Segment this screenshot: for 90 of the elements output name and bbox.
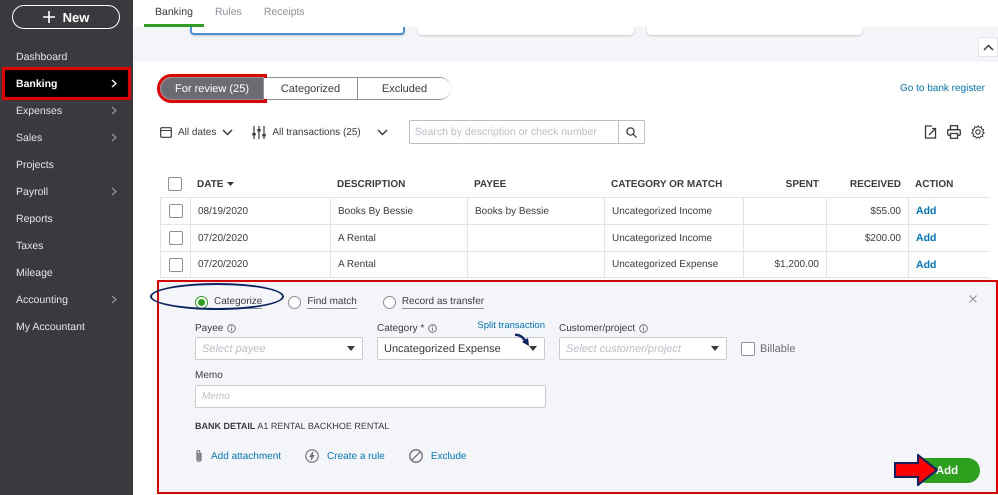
column-header[interactable]: RECEIVED (826, 178, 908, 190)
add-link[interactable]: Add (916, 205, 936, 217)
plus-icon (42, 11, 55, 23)
checkbox[interactable] (169, 258, 183, 272)
settings-icon (971, 125, 985, 139)
table-cell: $200.00 (826, 225, 908, 251)
lightning-icon (305, 449, 320, 463)
close-icon (969, 295, 977, 303)
export-icon (924, 125, 937, 139)
sidebar-item[interactable]: Sales (5, 124, 128, 151)
sidebar-item[interactable]: Payroll (5, 178, 128, 205)
annotation-arrow (514, 333, 530, 347)
column-header[interactable]: DATE (190, 178, 330, 190)
field-label: Payee (195, 322, 224, 334)
mode-radio[interactable]: Categorize (195, 296, 262, 308)
bank-register-link[interactable]: Go to bank register (900, 83, 985, 94)
sliders-icon (252, 126, 266, 138)
table-cell: A Rental (330, 225, 467, 251)
settings-button[interactable] (971, 125, 985, 139)
chevron-down-icon (376, 128, 388, 136)
bank-detail-text: BANK DETAIL A1 RENTAL BACKHOE RENTAL (195, 421, 390, 431)
action-link[interactable]: Add attachment (211, 450, 282, 462)
sidebar-item[interactable]: Accounting (5, 286, 128, 313)
mode-radio[interactable]: Find match (288, 296, 357, 308)
split-transaction-link[interactable]: Split transaction (477, 320, 545, 331)
table-cell: A Rental (330, 252, 467, 277)
checkbox[interactable] (169, 231, 183, 245)
field-label: Memo (195, 370, 224, 381)
column-header[interactable]: SPENT (743, 178, 826, 190)
chevron-down-icon (222, 128, 234, 136)
search-field[interactable]: Search by description or check number (408, 120, 619, 144)
dropdown-caret-icon (529, 346, 537, 351)
mode-radio[interactable]: Record as transfer (382, 296, 484, 308)
table-cell: Books by Bessie (467, 198, 604, 224)
prohibited-icon (408, 449, 423, 463)
calendar-icon (160, 126, 172, 138)
add-link[interactable]: Add (916, 232, 936, 244)
table-cell: Books By Bessie (330, 198, 467, 224)
search-icon (626, 126, 637, 138)
action-link[interactable]: Create a rule (327, 450, 385, 462)
search-button[interactable] (618, 120, 645, 144)
table-cell: 07/20/2020 (190, 252, 330, 277)
sidebar-item[interactable]: Expenses (5, 97, 128, 124)
chevron-up-icon (982, 44, 994, 50)
sidebar-item[interactable]: My Accountant (5, 313, 128, 340)
sort-caret-icon (227, 182, 234, 186)
info-icon (227, 324, 236, 332)
checkbox[interactable] (168, 177, 182, 191)
field-label: Category * (377, 322, 424, 334)
column-header[interactable]: PAYEE (467, 178, 604, 190)
close-button[interactable] (969, 295, 977, 303)
checkbox[interactable] (169, 204, 183, 218)
table-cell: $1,200.00 (743, 252, 826, 277)
paperclip-icon (195, 449, 203, 463)
column-header[interactable]: ACTION (908, 178, 990, 190)
review-tab[interactable]: Excluded (357, 78, 451, 99)
field-label: Customer/project (559, 322, 636, 334)
table-cell: Uncategorized Expense (604, 252, 743, 277)
column-header[interactable]: CATEGORY OR MATCH (604, 178, 743, 190)
column-header[interactable]: DESCRIPTION (330, 178, 467, 190)
table-cell: Uncategorized Income (604, 225, 743, 251)
transaction-filter[interactable]: All transactions (25) (252, 126, 361, 138)
table-cell: Uncategorized Income (604, 198, 743, 224)
billable-checkbox[interactable]: Billable (741, 337, 796, 360)
action-link[interactable]: Exclude (430, 450, 466, 462)
dropdown-caret-icon (347, 346, 355, 351)
date-filter[interactable]: All dates (160, 126, 234, 138)
printer-icon (947, 125, 961, 139)
dropdown-caret-icon (711, 346, 719, 351)
account-card[interactable] (190, 27, 405, 35)
collapse-button[interactable] (978, 37, 998, 57)
print-button[interactable] (947, 125, 961, 139)
sidebar-item[interactable]: Taxes (5, 232, 128, 259)
sidebar-item[interactable]: Banking (5, 70, 128, 97)
annotation-arrow (894, 454, 938, 486)
table-cell: 07/20/2020 (190, 225, 330, 251)
export-button[interactable] (924, 125, 937, 139)
sidebar-item[interactable]: Reports (5, 205, 128, 232)
table-cell: 08/19/2020 (190, 198, 330, 224)
add-link[interactable]: Add (916, 258, 936, 270)
select-field[interactable]: Uncategorized Expense (377, 337, 545, 360)
sidebar-item[interactable]: Projects (5, 151, 128, 178)
new-button[interactable]: New (12, 5, 120, 29)
info-icon (639, 324, 648, 332)
info-icon (428, 324, 438, 332)
sidebar-item[interactable]: Mileage (5, 259, 128, 286)
sidebar-item[interactable]: Dashboard (5, 43, 128, 70)
review-tab[interactable]: For review (25) (161, 78, 263, 99)
memo-field[interactable]: Memo (195, 385, 546, 408)
table-cell: $55.00 (826, 198, 908, 224)
